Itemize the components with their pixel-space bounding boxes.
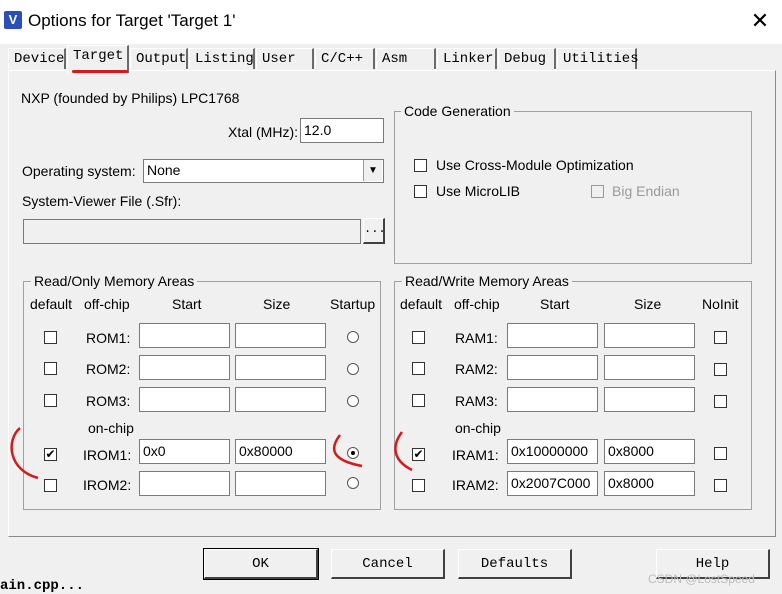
annotation-underline [72, 70, 128, 73]
annotation-arc-mid [332, 434, 363, 468]
annotation-arc-right [394, 431, 413, 472]
annotation-arc-left [10, 427, 39, 480]
defaults-button[interactable]: Defaults [458, 549, 572, 579]
tab-target[interactable]: Target [67, 45, 129, 73]
red-annotations [10, 427, 413, 480]
watermark: CSDN @LostSpeed [648, 572, 755, 586]
ok-button[interactable]: OK [203, 548, 319, 580]
cancel-button[interactable]: Cancel [331, 549, 445, 579]
